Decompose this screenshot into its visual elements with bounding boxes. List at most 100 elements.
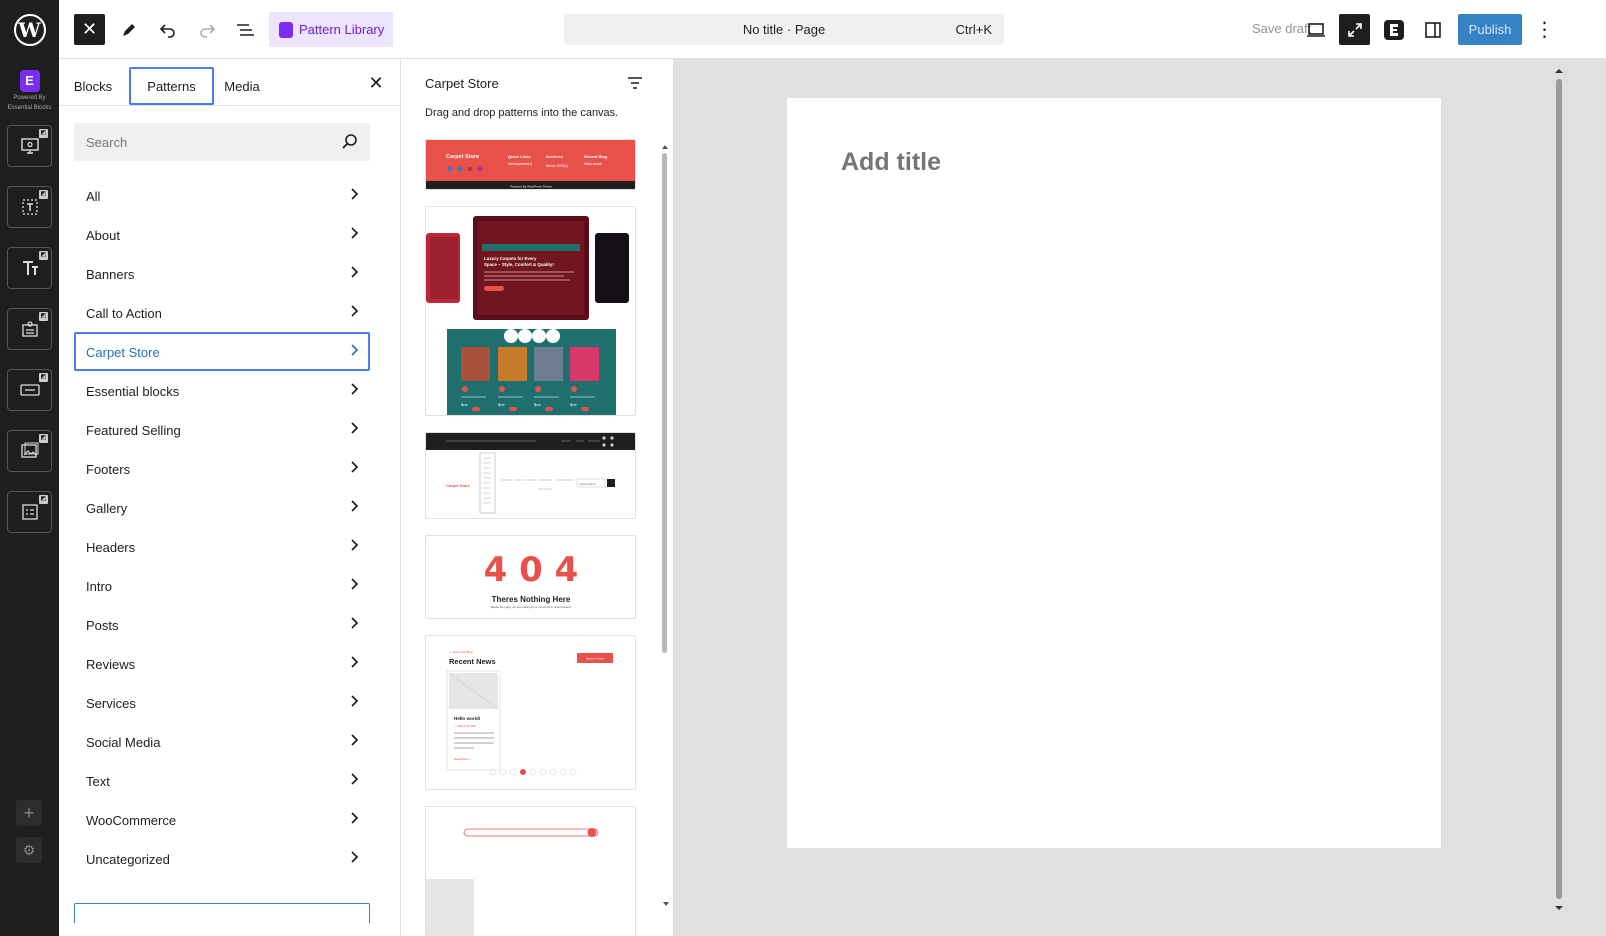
rail-block-button-2[interactable]: ◩ xyxy=(7,186,52,228)
redo-button[interactable] xyxy=(191,14,222,45)
list-view-icon xyxy=(236,23,254,36)
category-item[interactable]: Gallery xyxy=(74,488,370,527)
rail-block-button-7[interactable]: ◩ xyxy=(7,491,52,533)
category-item[interactable]: Services xyxy=(74,683,370,722)
settings-gear-icon[interactable]: ⚙ xyxy=(16,837,42,863)
hero-headline-1: Luxury Carpets for Every xyxy=(484,256,537,261)
scroll-up-icon xyxy=(1555,69,1563,73)
block-inserter-panel: Blocks Patterns Media ✕ Search All About B… xyxy=(59,59,452,936)
category-label: Services xyxy=(86,696,136,711)
pattern-card-footer[interactable]: Carpet Store Quick Links Archives Recent… xyxy=(425,139,636,190)
filter-icon[interactable] xyxy=(625,73,645,93)
tab-media[interactable]: Media xyxy=(224,67,260,105)
category-item[interactable]: Essential blocks xyxy=(74,371,370,410)
category-item[interactable]: Featured Selling xyxy=(74,410,370,449)
essential-blocks-settings-button[interactable] xyxy=(1378,14,1409,45)
footer-row-2: March 2025(1) xyxy=(546,164,568,168)
scrollbar-thumb[interactable] xyxy=(662,153,667,653)
slider-block-icon xyxy=(20,138,39,154)
category-label: Headers xyxy=(86,540,136,555)
news-pagination xyxy=(489,768,577,776)
chevron-right-icon xyxy=(350,421,360,439)
chevron-right-icon xyxy=(350,265,360,283)
publish-button[interactable]: Publish xyxy=(1458,14,1522,45)
preview-scrollbar[interactable] xyxy=(660,143,670,913)
settings-sidebar-button[interactable] xyxy=(1417,14,1448,45)
chevron-right-icon xyxy=(350,304,360,322)
preview-button[interactable] xyxy=(1300,14,1331,45)
post-title-input[interactable]: Add title xyxy=(841,148,941,177)
close-inserter-button[interactable]: ✕ xyxy=(74,14,105,45)
inserter-tabs: Blocks Patterns Media ✕ xyxy=(59,59,401,106)
wordpress-logo[interactable]: W xyxy=(0,0,59,60)
rail-block-button-6[interactable]: ◩ xyxy=(7,430,52,472)
chevron-right-icon xyxy=(350,733,360,751)
editor-root: W E Powered By Essential Blocks ◩ ◩ ◩ ◩ … xyxy=(0,0,1606,936)
pattern-library-button[interactable]: Pattern Library xyxy=(269,12,393,47)
fullscreen-icon xyxy=(1347,22,1362,37)
footer-col-2: Archives xyxy=(546,154,564,159)
category-item[interactable]: Footers xyxy=(74,449,370,488)
essential-blocks-logo-icon: E xyxy=(19,70,40,92)
category-item[interactable]: Reviews xyxy=(74,644,370,683)
category-item[interactable]: Call to Action xyxy=(74,293,370,332)
pattern-card-news[interactable]: — From Our Blog Recent News Explore More… xyxy=(425,635,636,790)
category-item[interactable]: Intro xyxy=(74,566,370,605)
pattern-search-input[interactable]: Search xyxy=(74,123,370,161)
category-item[interactable]: Banners xyxy=(74,254,370,293)
category-item[interactable]: Carpet Store xyxy=(74,332,370,371)
essential-blocks-icon xyxy=(279,21,293,38)
add-block-icon[interactable]: + xyxy=(16,800,42,826)
tab-patterns[interactable]: Patterns xyxy=(129,67,214,105)
category-item[interactable]: WooCommerce xyxy=(74,800,370,839)
category-label: Footers xyxy=(86,462,131,477)
category-label: Social Media xyxy=(86,735,161,750)
footer-pattern-thumbnail: Carpet Store Quick Links Archives Recent… xyxy=(426,140,635,189)
image-gallery-block-icon xyxy=(20,442,38,458)
chevron-right-icon xyxy=(350,226,360,244)
category-item[interactable]: About xyxy=(74,215,370,254)
document-overview-button[interactable] xyxy=(230,14,261,45)
category-item[interactable]: Social Media xyxy=(74,722,370,761)
canvas-scrollbar[interactable] xyxy=(1554,67,1564,912)
rail-block-button-5[interactable]: ◩ xyxy=(7,369,52,411)
command-palette-bar[interactable]: No title · Page Ctrl+K xyxy=(564,14,1004,45)
category-item[interactable]: Text xyxy=(74,761,370,800)
pattern-card-header[interactable]: Carpet Store Upload pattern xyxy=(425,432,636,519)
tools-button[interactable] xyxy=(113,14,144,45)
tab-blocks[interactable]: Blocks xyxy=(74,67,112,105)
pattern-card-hero[interactable]: Luxury Carpets for Every Space – Style, … xyxy=(425,206,636,416)
pattern-card-subscribe[interactable] xyxy=(425,806,636,936)
footer-col-3: Recent Blog xyxy=(584,154,608,159)
brand-line-1: Powered By xyxy=(13,95,46,101)
pro-badge-icon: ◩ xyxy=(39,312,48,321)
pattern-category-list: All About Banners Call to Action Carpet Stor… xyxy=(74,176,370,878)
category-label: Essential blocks xyxy=(86,384,180,399)
rail-block-button-3[interactable]: ◩ xyxy=(7,247,52,289)
left-rail: W E Powered By Essential Blocks ◩ ◩ ◩ ◩ … xyxy=(0,0,59,936)
options-menu-button[interactable]: ⋮ xyxy=(1529,14,1560,45)
rail-block-button-4[interactable]: ◩ xyxy=(7,308,52,350)
hero-price-3: $ne xyxy=(534,402,541,407)
category-label: Uncategorized xyxy=(86,852,170,867)
category-item[interactable]: Headers xyxy=(74,527,370,566)
document-title: No title · Page xyxy=(742,22,826,37)
category-item[interactable]: Posts xyxy=(74,605,370,644)
category-item[interactable]: Uncategorized xyxy=(74,839,370,878)
explore-all-patterns-button[interactable] xyxy=(74,903,370,923)
chevron-right-icon xyxy=(350,655,360,673)
scrollbar-thumb[interactable] xyxy=(1556,79,1562,899)
editor-page[interactable]: Add title xyxy=(787,98,1441,848)
category-label: All xyxy=(86,189,101,204)
undo-button[interactable] xyxy=(152,14,183,45)
close-panel-button[interactable]: ✕ xyxy=(364,71,388,95)
fullscreen-toggle-button[interactable] xyxy=(1339,14,1370,45)
404-pattern-thumbnail: 4 0 4 Theres Nothing Here Maybe the page… xyxy=(484,550,579,609)
essential-blocks-brand[interactable]: E Powered By Essential Blocks xyxy=(0,70,59,112)
footer-col-1: Quick Links xyxy=(508,154,531,159)
pro-badge-icon: ◩ xyxy=(39,495,48,504)
category-item[interactable]: All xyxy=(74,176,370,215)
pattern-card-404[interactable]: 4 0 4 Theres Nothing Here Maybe the page… xyxy=(425,535,636,619)
header-search-field: Upload pattern xyxy=(579,482,597,486)
rail-block-button-1[interactable]: ◩ xyxy=(7,125,52,167)
